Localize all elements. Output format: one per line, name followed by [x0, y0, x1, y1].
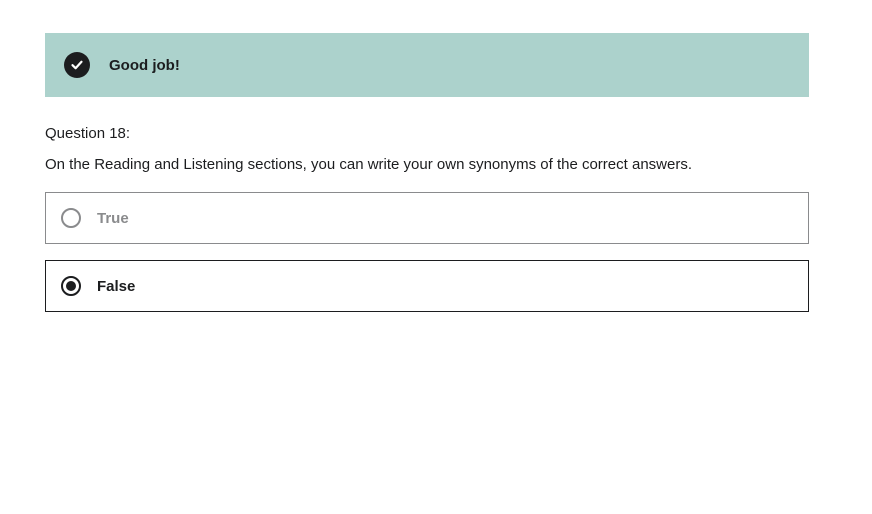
- answer-option-false[interactable]: False: [45, 260, 809, 312]
- question-text: On the Reading and Listening sections, y…: [45, 156, 692, 173]
- alert-message: Good job!: [109, 56, 180, 74]
- answer-options: True False: [45, 192, 809, 312]
- radio-checked-icon[interactable]: [61, 276, 81, 296]
- quiz-result-panel: Good job! Question 18: On the Reading an…: [45, 33, 809, 328]
- check-circle-icon: [64, 52, 90, 78]
- answer-option-label: True: [97, 209, 129, 227]
- success-alert: Good job!: [45, 33, 809, 97]
- question-number: Question 18:: [45, 125, 131, 142]
- answer-option-true[interactable]: True: [45, 192, 809, 244]
- answer-option-label: False: [97, 277, 136, 295]
- radio-unchecked-icon[interactable]: [61, 208, 81, 228]
